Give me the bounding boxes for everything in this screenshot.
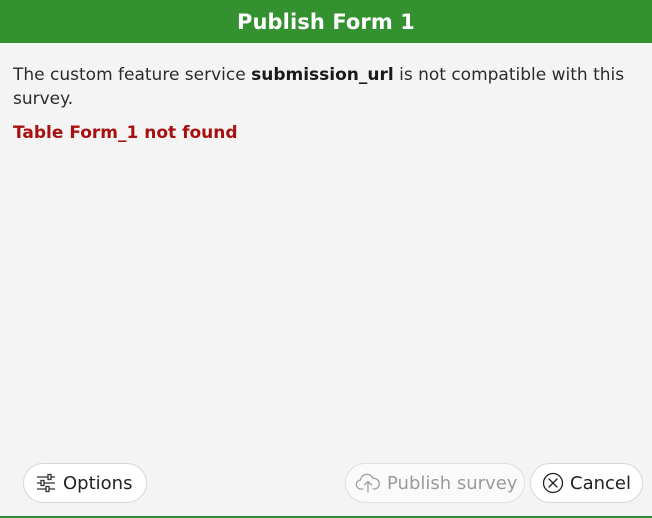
dialog-header: Publish Form 1 <box>0 0 652 43</box>
options-label: Options <box>63 472 133 494</box>
publish-survey-label: Publish survey <box>387 472 518 494</box>
message-prefix: The custom feature service <box>13 65 252 85</box>
compatibility-message: The custom feature service submission_ur… <box>13 63 633 111</box>
service-name: submission_url <box>251 65 394 85</box>
dialog-content: The custom feature service submission_ur… <box>13 63 633 144</box>
publish-survey-button[interactable]: Publish survey <box>345 463 525 503</box>
error-message: Table Form_1 not found <box>13 123 238 143</box>
cancel-button[interactable]: Cancel <box>530 463 643 503</box>
dialog-title: Publish Form 1 <box>236 9 415 34</box>
cloud-upload-icon <box>355 472 381 494</box>
publish-dialog: Publish Form 1 The custom feature servic… <box>0 0 652 518</box>
sliders-icon <box>35 473 57 493</box>
close-circle-icon <box>542 472 564 494</box>
cancel-label: Cancel <box>570 472 631 494</box>
options-button[interactable]: Options <box>23 463 147 503</box>
